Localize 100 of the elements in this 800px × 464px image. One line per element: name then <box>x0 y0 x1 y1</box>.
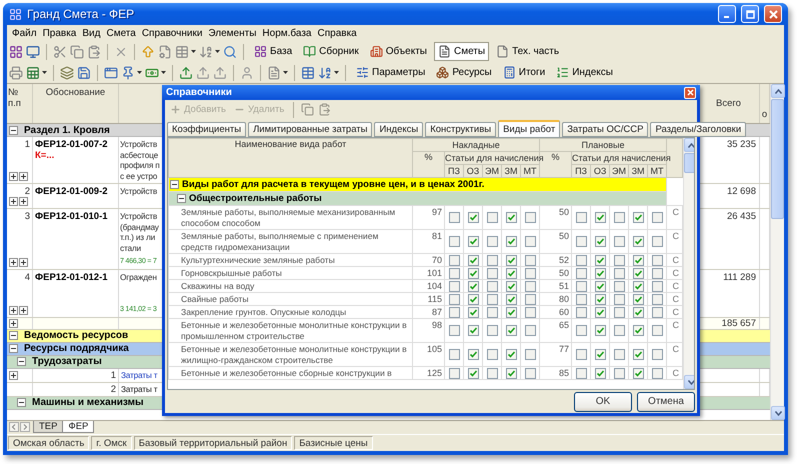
checkbox[interactable] <box>486 349 498 360</box>
checkbox[interactable] <box>576 306 587 318</box>
checkbox[interactable] <box>448 306 460 318</box>
monitor-icon[interactable] <box>26 44 40 58</box>
checkbox[interactable] <box>652 306 663 318</box>
menu-item[interactable]: Элементы <box>205 28 260 38</box>
caret-icon[interactable] <box>191 50 196 53</box>
maximize-button[interactable] <box>741 5 759 23</box>
checkbox[interactable] <box>614 325 625 336</box>
checkbox[interactable] <box>614 306 625 318</box>
checkbox[interactable] <box>468 236 478 247</box>
table-icon[interactable] <box>301 66 315 80</box>
checkbox[interactable] <box>468 268 478 278</box>
expand-icon[interactable] <box>9 172 18 181</box>
checkbox[interactable] <box>652 254 663 266</box>
tab[interactable]: Конструктивы <box>425 122 496 137</box>
checkbox[interactable] <box>506 212 516 223</box>
checkbox[interactable] <box>524 349 536 360</box>
checkbox[interactable] <box>506 280 516 292</box>
checkbox[interactable] <box>506 236 516 247</box>
checkbox[interactable] <box>614 280 625 292</box>
caret-icon[interactable] <box>137 71 142 74</box>
checkbox[interactable] <box>524 212 536 223</box>
printer-icon[interactable] <box>9 66 23 80</box>
caret-icon[interactable] <box>215 50 220 53</box>
paste-icon[interactable] <box>318 103 332 116</box>
checkbox[interactable] <box>614 349 625 360</box>
checkbox[interactable] <box>506 325 516 336</box>
collapse-icon[interactable] <box>9 344 18 353</box>
checkbox[interactable] <box>614 268 625 278</box>
checkbox[interactable] <box>524 268 536 278</box>
upload-icon[interactable] <box>196 66 210 80</box>
toolbar-button[interactable]: Ресурсы <box>432 63 496 82</box>
checkbox[interactable] <box>468 306 478 318</box>
toolbar-button[interactable]: Тех. часть <box>492 42 564 61</box>
checkbox[interactable] <box>614 236 625 247</box>
cut-icon[interactable] <box>53 44 67 58</box>
checkbox[interactable] <box>576 236 587 247</box>
checkbox[interactable] <box>448 254 460 266</box>
cancel-button[interactable]: Отмена <box>637 392 695 412</box>
checkbox[interactable] <box>632 349 644 360</box>
checkbox[interactable] <box>468 325 478 336</box>
layers-icon[interactable] <box>60 66 74 80</box>
expand-icon[interactable] <box>19 258 28 266</box>
next-sheet-icon[interactable] <box>20 422 30 432</box>
checkbox[interactable] <box>506 294 516 304</box>
toolbar-button[interactable]: Сборник <box>299 42 363 61</box>
scrollbar[interactable] <box>683 138 694 389</box>
checkbox[interactable] <box>448 368 460 378</box>
checkbox[interactable] <box>524 325 536 336</box>
menu-item[interactable]: Смета <box>103 28 139 38</box>
checkbox[interactable] <box>486 325 498 336</box>
checkbox[interactable] <box>486 280 498 292</box>
checkbox[interactable] <box>506 268 516 278</box>
checkbox[interactable] <box>652 294 663 304</box>
checkbox[interactable] <box>652 268 663 278</box>
collapse-icon[interactable] <box>9 126 18 134</box>
checkbox[interactable] <box>468 254 478 266</box>
upload-icon[interactable] <box>213 66 227 80</box>
checkbox[interactable] <box>594 325 606 336</box>
checkbox[interactable] <box>576 294 587 304</box>
checkbox[interactable] <box>614 368 625 378</box>
expand-icon[interactable] <box>19 197 28 206</box>
checkbox[interactable] <box>448 268 460 278</box>
collapse-icon[interactable] <box>17 398 26 407</box>
scroll-up-icon[interactable] <box>688 142 694 148</box>
checkbox[interactable] <box>632 268 644 278</box>
checkbox[interactable] <box>652 280 663 292</box>
checkbox[interactable] <box>524 368 536 378</box>
checkbox[interactable] <box>506 368 516 378</box>
menu-item[interactable]: Правка <box>40 28 80 38</box>
checkbox[interactable] <box>524 306 536 318</box>
paste-icon[interactable] <box>87 44 101 58</box>
search-icon[interactable] <box>223 44 237 58</box>
checkbox[interactable] <box>576 368 587 378</box>
scroll-thumb[interactable] <box>684 153 694 173</box>
checkbox[interactable] <box>614 254 625 266</box>
checkbox[interactable] <box>468 212 478 223</box>
checkbox[interactable] <box>506 306 516 318</box>
sheet-tab[interactable]: ФЕР <box>62 421 94 433</box>
checkbox[interactable] <box>524 236 536 247</box>
checkbox[interactable] <box>652 349 663 360</box>
minimize-button[interactable] <box>718 5 736 23</box>
ok-button[interactable]: OK <box>574 392 632 412</box>
checkbox[interactable] <box>506 254 516 266</box>
expand-icon[interactable] <box>9 370 18 380</box>
checkbox[interactable] <box>594 268 606 278</box>
checkbox[interactable] <box>652 325 663 336</box>
checkbox[interactable] <box>632 294 644 304</box>
person-icon[interactable] <box>240 66 254 80</box>
checkbox[interactable] <box>632 280 644 292</box>
expand-icon[interactable] <box>9 197 18 206</box>
scroll-thumb[interactable] <box>771 99 784 219</box>
scroll-down-icon[interactable] <box>688 380 694 384</box>
checkbox[interactable] <box>468 280 478 292</box>
checkbox[interactable] <box>448 212 460 223</box>
window-icon[interactable] <box>104 66 118 80</box>
checkbox[interactable] <box>576 254 587 266</box>
checkbox[interactable] <box>652 368 663 378</box>
sort-icon[interactable] <box>318 66 332 80</box>
